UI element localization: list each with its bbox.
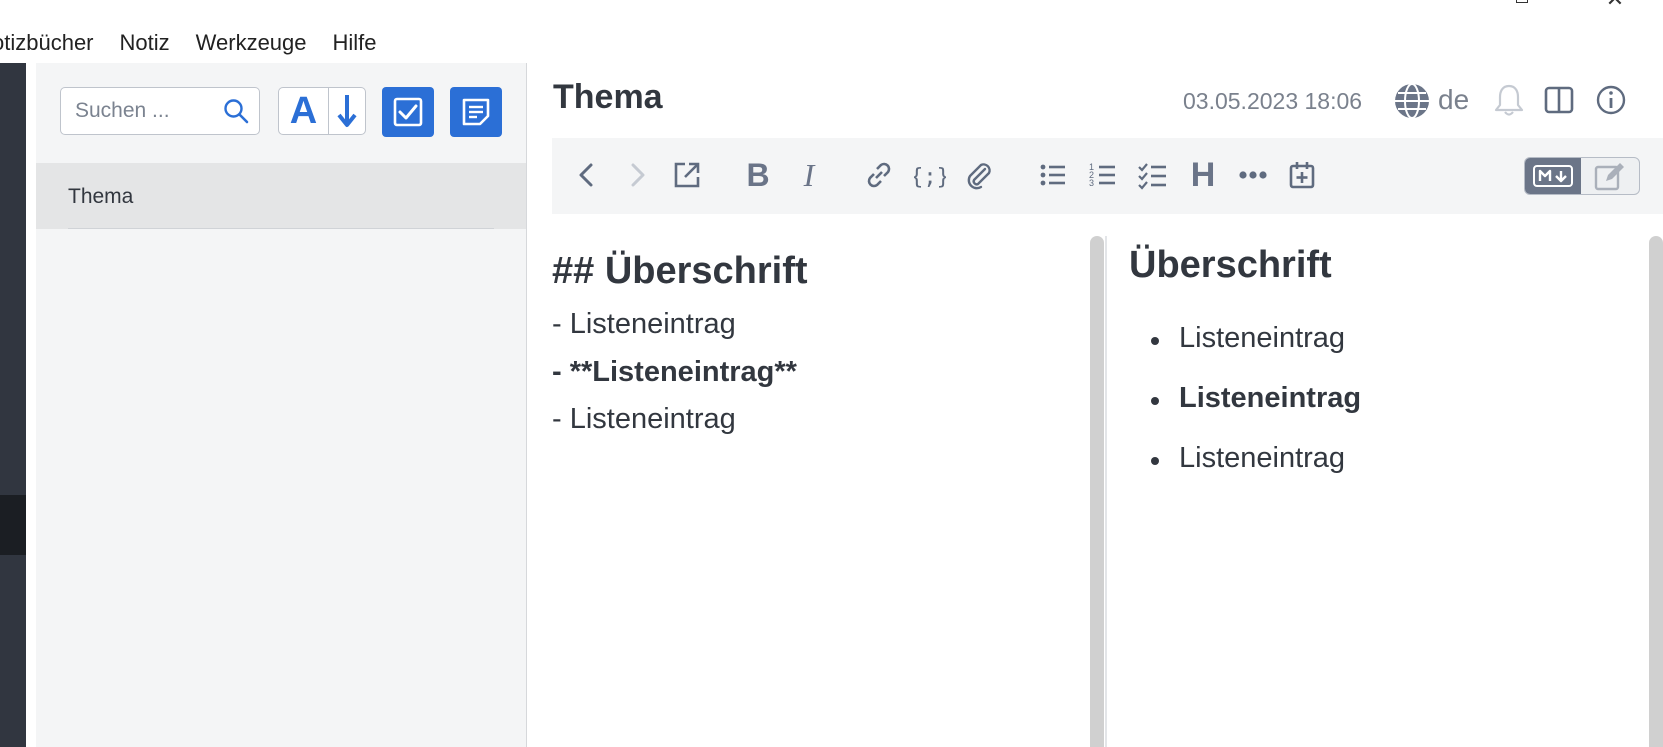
menu-note[interactable]: Notiz <box>120 30 170 56</box>
menu-help[interactable]: Hilfe <box>333 30 377 56</box>
language-selector[interactable]: de <box>1438 84 1469 116</box>
bullet-list-icon <box>1040 164 1065 186</box>
code-icon: {;} <box>914 165 946 190</box>
external-edit-icon <box>674 162 700 188</box>
title-bar: ✕ <box>0 0 1663 16</box>
insert-date-button[interactable] <box>1283 156 1321 194</box>
numbered-list-button[interactable]: 1 2 3 <box>1084 156 1122 194</box>
back-arrow-icon <box>579 163 593 187</box>
markdown-mode-button[interactable] <box>1525 158 1581 194</box>
divider <box>68 228 494 229</box>
link-button[interactable] <box>860 156 898 194</box>
svg-text:{;}: {;} <box>914 165 946 190</box>
note-list-item-title: Thema <box>68 185 134 208</box>
code-button[interactable]: {;} <box>911 156 949 194</box>
markdown-preview: Überschrift Listeneintrag Listeneintrag … <box>1107 236 1647 747</box>
link-icon <box>867 162 891 188</box>
wysiwyg-mode-icon <box>1594 163 1624 191</box>
sort-controls: A <box>278 87 366 135</box>
preview-heading: Überschrift <box>1129 244 1332 286</box>
search-box <box>60 87 260 135</box>
note-date: 03.05.2023 18:06 <box>1183 88 1363 114</box>
sort-alphabetical-button[interactable]: A <box>279 88 329 134</box>
menu-bar: otizbücher Notiz Werkzeuge Hilfe <box>0 26 1663 60</box>
note-title[interactable]: Thema <box>553 78 663 117</box>
preview-list-item: Listeneintrag <box>1133 382 1361 442</box>
svg-text:B: B <box>746 159 769 191</box>
preview-list-item: Listeneintrag <box>1133 322 1361 382</box>
close-window-button[interactable]: ✕ <box>1605 0 1625 10</box>
globe-icon[interactable] <box>1393 82 1431 120</box>
menu-notebooks[interactable]: otizbücher <box>0 30 94 56</box>
notebook-sidebar <box>0 63 26 747</box>
attach-file-button[interactable] <box>960 156 998 194</box>
editor-mode-switch <box>1524 157 1640 195</box>
more-options-button[interactable] <box>1234 156 1272 194</box>
numbered-list-icon: 1 2 3 <box>1089 162 1115 188</box>
sidebar-active-item[interactable] <box>0 495 26 555</box>
forward-button[interactable] <box>618 156 656 194</box>
note-list-item[interactable]: Thema <box>36 163 526 229</box>
info-icon[interactable] <box>1593 82 1629 118</box>
attachment-icon <box>967 163 991 190</box>
markdown-mode-icon <box>1533 165 1573 187</box>
back-button[interactable] <box>568 156 606 194</box>
markdown-editor[interactable]: ## Überschrift - Listeneintrag - **Liste… <box>552 236 1087 747</box>
bell-icon[interactable] <box>1491 82 1527 118</box>
layout-toggle-icon[interactable] <box>1541 82 1577 118</box>
preview-list: Listeneintrag Listeneintrag Listeneintra… <box>1133 322 1361 502</box>
note-list-panel: A Thema <box>36 63 527 747</box>
svg-text:3: 3 <box>1089 178 1094 188</box>
bold-button[interactable]: B <box>739 156 777 194</box>
markdown-heading-line[interactable]: ## Überschrift <box>552 250 808 293</box>
preview-list-item: Listeneintrag <box>1133 442 1361 502</box>
search-input[interactable] <box>75 97 215 125</box>
arrow-down-icon <box>337 95 357 127</box>
editor-scrollbar[interactable] <box>1090 236 1104 747</box>
more-icon <box>1239 171 1267 179</box>
menu-tools[interactable]: Werkzeuge <box>196 30 307 56</box>
markdown-line[interactable]: - Listeneintrag <box>552 308 736 341</box>
checkbox-icon <box>393 97 423 127</box>
checkbox-list-icon <box>1138 163 1166 190</box>
sort-direction-button[interactable] <box>329 88 365 134</box>
markdown-line[interactable]: - **Listeneintrag** <box>552 356 797 389</box>
maximize-button[interactable] <box>1512 0 1532 8</box>
wysiwyg-mode-button[interactable] <box>1581 158 1639 194</box>
new-note-button[interactable] <box>450 87 502 137</box>
heading-button[interactable]: H <box>1184 156 1222 194</box>
insert-date-icon <box>1289 162 1315 189</box>
forward-arrow-icon <box>631 163 645 187</box>
italic-button[interactable]: I <box>790 156 828 194</box>
bold-icon: B <box>746 159 769 191</box>
note-icon <box>462 98 490 126</box>
heading-icon: H <box>1190 155 1216 194</box>
markdown-line[interactable]: - Listeneintrag <box>552 403 736 436</box>
checkbox-list-button[interactable] <box>1134 156 1172 194</box>
new-todo-button[interactable] <box>382 87 434 137</box>
search-icon[interactable] <box>223 98 249 124</box>
svg-text:I: I <box>803 159 816 191</box>
italic-icon: I <box>803 159 816 191</box>
bullet-list-button[interactable] <box>1034 156 1072 194</box>
external-edit-button[interactable] <box>668 156 706 194</box>
preview-scrollbar[interactable] <box>1649 236 1663 747</box>
editor-toolbar: B I {;} 1 2 3 <box>552 138 1663 214</box>
